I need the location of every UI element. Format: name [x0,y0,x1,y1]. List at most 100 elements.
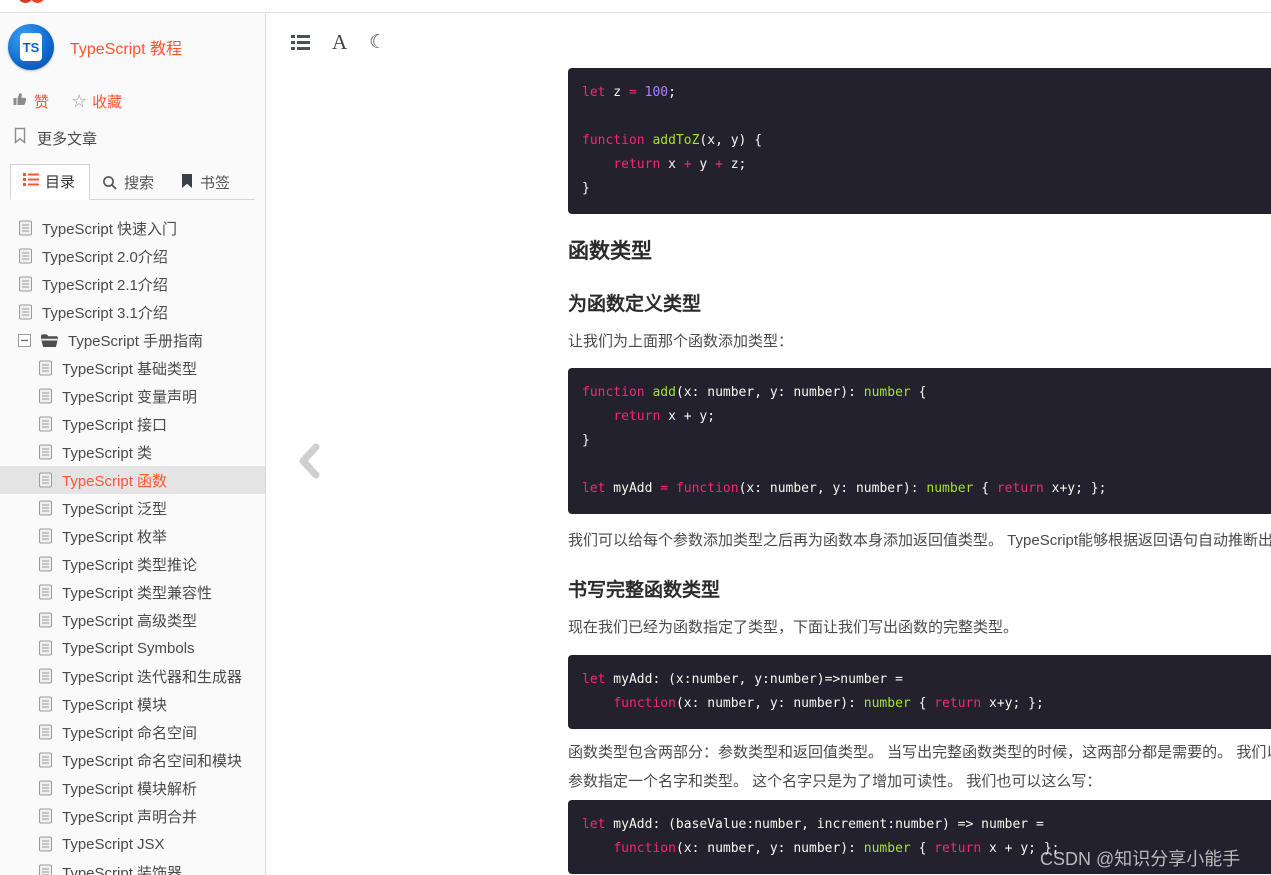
sidebar-item-label: TypeScript 接口 [62,414,167,435]
sidebar: TS TypeScript 教程 赞 ☆ 收藏 更多文章 目录 [0,14,266,875]
document-icon [18,276,33,292]
font-size-icon[interactable]: A [332,30,347,55]
document-icon [38,528,53,544]
sidebar-item[interactable]: TypeScript 函数 [0,466,265,494]
sidebar-item[interactable]: TypeScript 类 [0,438,265,466]
sidebar-header: TS TypeScript 教程 [0,14,265,72]
dark-mode-icon[interactable]: ☾ [369,31,386,54]
thumbs-up-icon [12,91,29,111]
sidebar-item[interactable]: TypeScript 快速入门 [0,214,265,242]
document-icon [18,304,33,320]
document-icon [38,668,53,684]
document-icon [38,444,53,460]
typescript-logo-icon[interactable]: TS [8,24,54,70]
sidebar-item-label: TypeScript 3.1介绍 [42,302,168,323]
tab-bookmark[interactable]: 书签 [168,166,244,200]
document-icon [38,556,53,572]
sidebar-item[interactable]: TypeScript JSX [0,830,265,858]
article-content: let z = 100; function addToZ(x, y) { ret… [568,14,1271,875]
list-view-icon[interactable] [291,35,310,50]
paragraph: 函数类型包含两部分：参数类型和返回值类型。 当写出完整函数类型的时候，这两部分都… [568,738,1271,796]
site-title[interactable]: TypeScript 教程 [70,35,182,59]
paragraph: 现在我们已经为函数指定了类型，下面让我们写出函数的完整类型。 [568,613,1018,642]
tab-bookmark-label: 书签 [200,172,230,193]
sidebar-item[interactable]: TypeScript 手册指南 [0,326,265,354]
more-articles-label: 更多文章 [37,128,97,149]
main-area: A ☾ let z = 100; function addToZ(x, y) {… [267,14,1271,875]
sidebar-item[interactable]: TypeScript 装饰器 [0,858,265,875]
actions-row: 赞 ☆ 收藏 [0,72,265,112]
sidebar-item[interactable]: TypeScript 2.1介绍 [0,270,265,298]
favorite-button[interactable]: ☆ 收藏 [71,91,122,112]
top-bar [0,0,1271,13]
document-icon [38,752,53,768]
sidebar-item[interactable]: TypeScript Symbols [0,634,265,662]
document-icon [38,724,53,740]
sidebar-item[interactable]: TypeScript 高级类型 [0,606,265,634]
list-icon [23,173,39,190]
sidebar-item-label: TypeScript 基础类型 [62,358,197,379]
tab-toc-label: 目录 [45,171,75,192]
code-block: let z = 100; function addToZ(x, y) { ret… [568,68,1271,214]
sidebar-item[interactable]: TypeScript 2.0介绍 [0,242,265,270]
paragraph: 我们可以给每个参数添加类型之后再为函数本身添加返回值类型。 TypeScript… [568,526,1271,555]
sidebar-item[interactable]: TypeScript 类型推论 [0,550,265,578]
sidebar-item[interactable]: TypeScript 3.1介绍 [0,298,265,326]
document-icon [38,696,53,712]
sidebar-item-label: TypeScript 函数 [62,470,167,491]
document-icon [38,808,53,824]
sidebar-item[interactable]: TypeScript 枚举 [0,522,265,550]
sidebar-item[interactable]: TypeScript 接口 [0,410,265,438]
sidebar-item[interactable]: TypeScript 命名空间 [0,718,265,746]
search-icon [102,175,118,191]
sidebar-item[interactable]: TypeScript 基础类型 [0,354,265,382]
sidebar-item-label: TypeScript 装饰器 [62,862,182,875]
sidebar-tabs: 目录 搜索 书签 [10,168,255,200]
document-icon [38,584,53,600]
sidebar-item[interactable]: TypeScript 类型兼容性 [0,578,265,606]
section-heading: 为函数定义类型 [568,289,701,316]
sidebar-item-label: TypeScript Symbols [62,640,195,657]
paragraph: 让我们为上面那个函数添加类型： [568,327,793,356]
watermark: CSDN @知识分享小能手 [1040,845,1240,871]
sidebar-item-label: TypeScript JSX [62,836,165,853]
sidebar-item-label: TypeScript 命名空间 [62,722,197,743]
sidebar-item-label: TypeScript 模块解析 [62,778,197,799]
sidebar-item[interactable]: TypeScript 模块 [0,690,265,718]
document-icon [38,500,53,516]
toc-tree: TypeScript 快速入门 TypeScript 2.0介绍 TypeScrip… [0,214,265,875]
sidebar-item-label: TypeScript 2.0介绍 [42,246,168,267]
ribbon-bookmark-icon [12,127,28,149]
sidebar-item[interactable]: TypeScript 声明合并 [0,802,265,830]
sidebar-item-label: TypeScript 命名空间和模块 [62,750,242,771]
folder-icon [40,333,59,348]
sidebar-item-label: TypeScript 模块 [62,694,167,715]
tab-toc[interactable]: 目录 [10,164,90,200]
document-icon [38,388,53,404]
section-heading: 函数类型 [568,235,652,265]
document-icon [38,836,53,852]
tab-search[interactable]: 搜索 [90,166,168,200]
sidebar-item[interactable]: TypeScript 泛型 [0,494,265,522]
collapse-minus-icon[interactable] [18,334,31,347]
collapse-sidebar-button[interactable] [297,443,321,484]
sidebar-item[interactable]: TypeScript 模块解析 [0,774,265,802]
tab-search-label: 搜索 [124,172,154,193]
document-icon [38,360,53,376]
logo-badge: TS [20,33,42,61]
code-block: function add(x: number, y: number): numb… [568,368,1271,514]
section-heading: 书写完整函数类型 [568,575,720,602]
favorite-label: 收藏 [92,91,122,112]
more-articles-button[interactable]: 更多文章 [0,112,265,148]
like-button[interactable]: 赞 [12,91,49,112]
like-label: 赞 [34,91,49,112]
sidebar-item[interactable]: TypeScript 命名空间和模块 [0,746,265,774]
sidebar-item-label: TypeScript 声明合并 [62,806,197,827]
sidebar-item-label: TypeScript 类型兼容性 [62,582,212,603]
sidebar-item-label: TypeScript 高级类型 [62,610,197,631]
sidebar-item[interactable]: TypeScript 迭代器和生成器 [0,662,265,690]
document-icon [38,416,53,432]
sidebar-item-label: TypeScript 变量声明 [62,386,197,407]
star-icon: ☆ [71,92,87,110]
sidebar-item[interactable]: TypeScript 变量声明 [0,382,265,410]
